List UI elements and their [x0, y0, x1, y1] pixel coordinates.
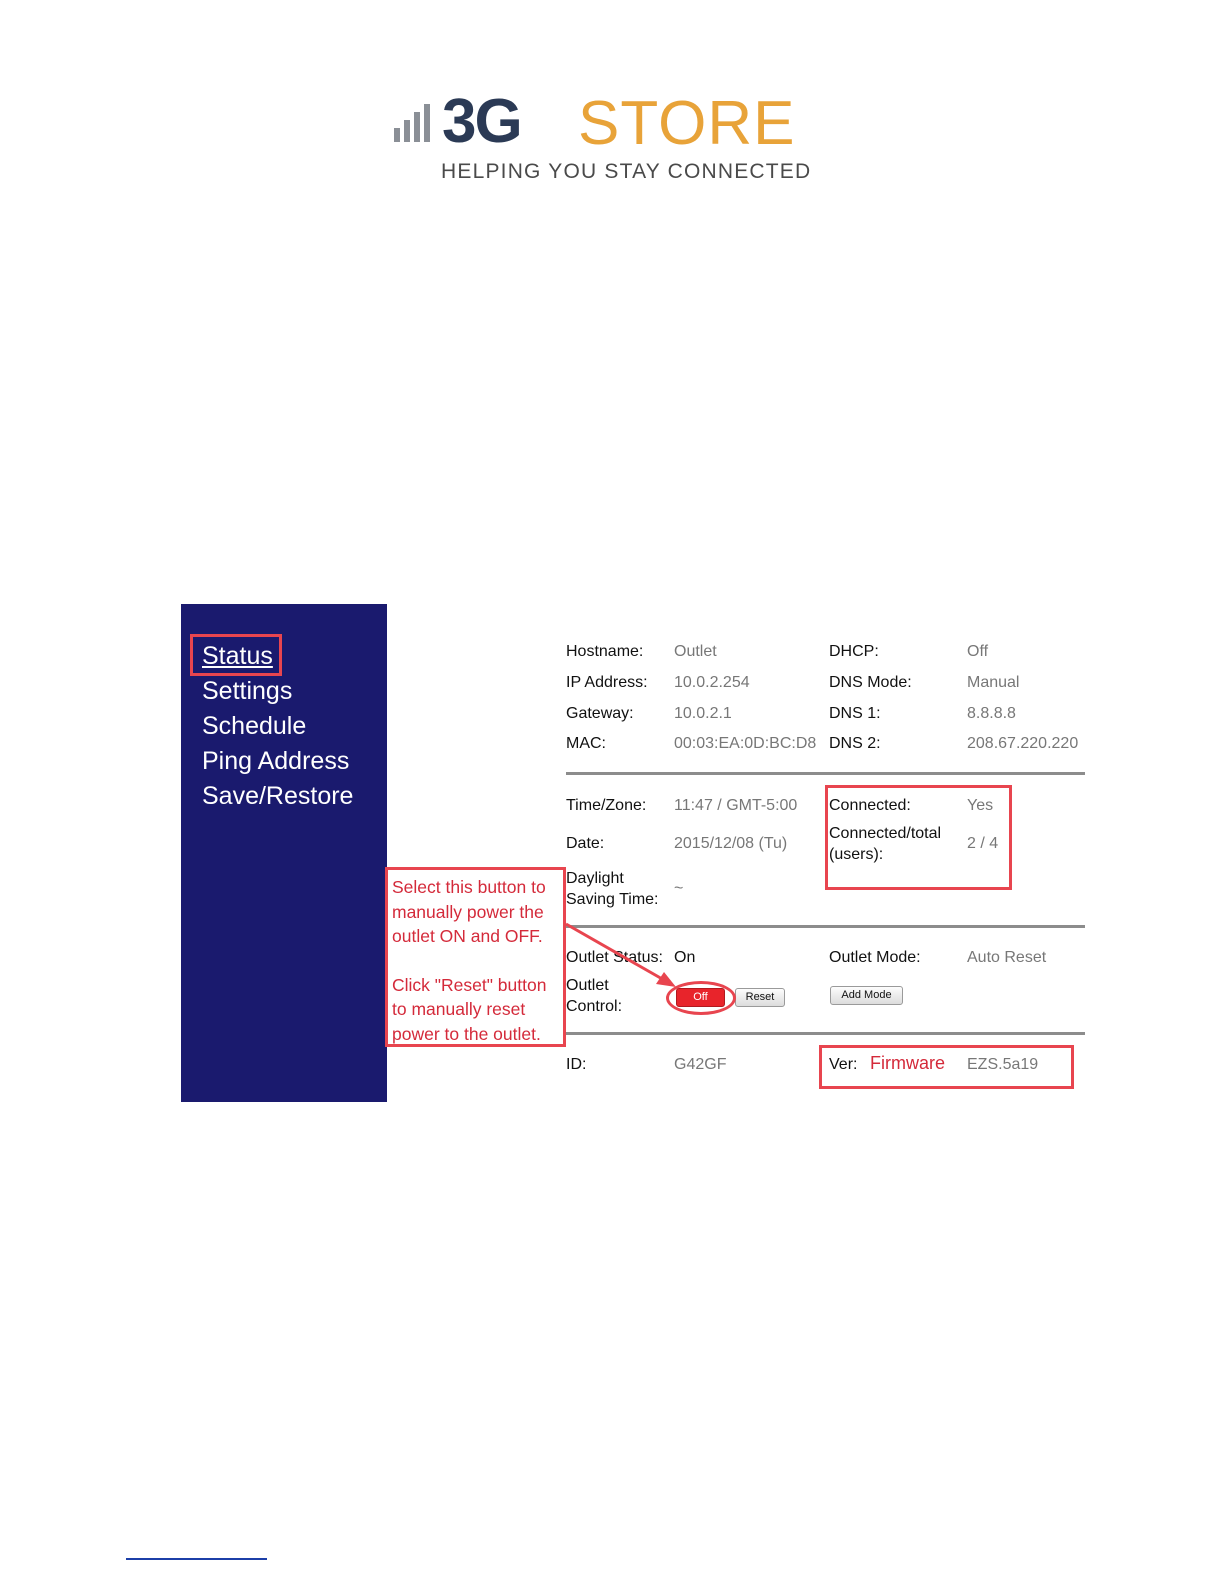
callout-arrow-icon: [565, 922, 676, 987]
footnote-separator: [126, 1558, 267, 1560]
users-label-line2: (users):: [829, 846, 884, 863]
dst-label-line2: Saving Time:: [566, 891, 659, 908]
hostname-value: Outlet: [674, 643, 717, 660]
date-label: Date:: [566, 835, 605, 852]
outlet-control-label-line2: Control:: [566, 998, 623, 1015]
dns2-value: 208.67.220.220: [967, 735, 1079, 752]
firmware-annotation: Firmware: [870, 1053, 945, 1073]
dns1-value: 8.8.8.8: [967, 705, 1016, 722]
gateway-label: Gateway:: [566, 705, 634, 722]
logo-store-text: STORE: [578, 89, 796, 158]
mac-label: MAC:: [566, 735, 606, 752]
dns-mode-value: Manual: [967, 674, 1020, 691]
version-value: EZS.5a19: [967, 1056, 1039, 1073]
sidebar-nav: Status Settings Schedule Ping Address Sa…: [181, 604, 387, 1102]
timezone-value: 11:47 / GMT-5:00: [674, 797, 798, 814]
reset-button[interactable]: Reset: [735, 988, 785, 1007]
signal-bars-icon: [394, 104, 446, 142]
brand-logo: 3G STORE HELPING YOU STAY CONNECTED: [390, 87, 830, 192]
section-divider: [566, 1032, 1085, 1035]
users-value: 2 / 4: [967, 835, 999, 852]
date-value: 2015/12/08 (Tu): [674, 835, 788, 852]
dst-value: ~: [674, 880, 684, 897]
callout-paragraph-2: Click "Reset" button to manually reset p…: [392, 974, 547, 1044]
sidebar-item-settings[interactable]: Settings: [202, 677, 292, 706]
connected-label: Connected:: [829, 797, 911, 814]
timezone-label: Time/Zone:: [566, 797, 647, 814]
id-value: G42GF: [674, 1056, 727, 1073]
version-label: Ver:: [829, 1056, 858, 1073]
outlet-mode-label: Outlet Mode:: [829, 949, 921, 966]
sidebar-item-save-restore[interactable]: Save/Restore: [202, 782, 353, 811]
ip-address-label: IP Address:: [566, 674, 648, 691]
logo-tagline: HELPING YOU STAY CONNECTED: [441, 160, 812, 183]
sidebar-item-ping-address[interactable]: Ping Address: [202, 747, 349, 776]
id-label: ID:: [566, 1056, 587, 1073]
add-mode-button[interactable]: Add Mode: [830, 986, 903, 1005]
mac-value: 00:03:EA:0D:BC:D8: [674, 735, 817, 752]
dns2-label: DNS 2:: [829, 735, 881, 752]
dhcp-value: Off: [967, 643, 989, 660]
logo-3g-text: 3G: [442, 87, 523, 156]
section-divider: [566, 772, 1085, 775]
callout-paragraph-1: Select this button to manually power the…: [392, 877, 546, 946]
sidebar-item-schedule[interactable]: Schedule: [202, 712, 306, 741]
dns-mode-label: DNS Mode:: [829, 674, 912, 691]
instruction-callout: Select this button to manually power the…: [385, 867, 566, 1047]
connected-value: Yes: [967, 797, 994, 814]
hostname-label: Hostname:: [566, 643, 644, 660]
dhcp-label: DHCP:: [829, 643, 879, 660]
ip-address-value: 10.0.2.254: [674, 674, 750, 691]
outlet-mode-value: Auto Reset: [967, 949, 1047, 966]
dst-label-line1: Daylight: [566, 870, 624, 887]
sidebar-item-status[interactable]: Status: [202, 642, 273, 671]
gateway-value: 10.0.2.1: [674, 705, 732, 722]
dns1-label: DNS 1:: [829, 705, 881, 722]
users-label-line1: Connected/total: [829, 825, 942, 842]
